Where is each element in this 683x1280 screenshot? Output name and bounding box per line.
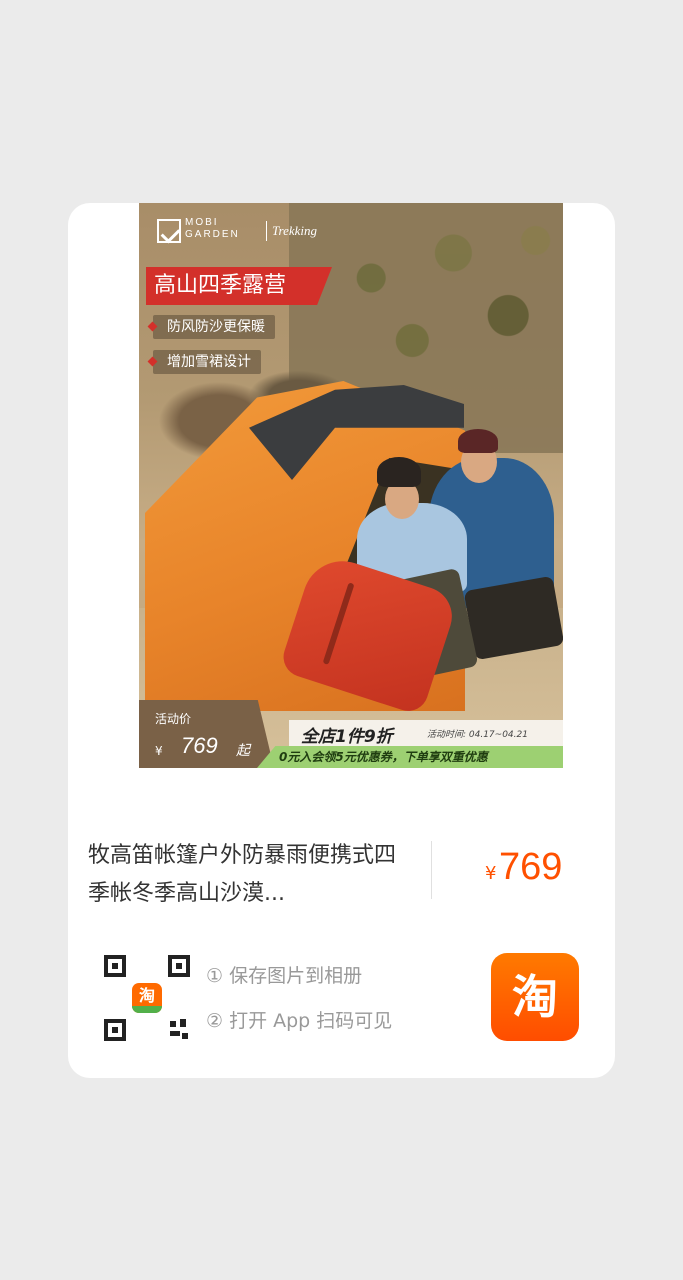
activity-price-tag: 活动价 ¥ 769 起	[139, 700, 274, 768]
share-step-scan: ② 打开 App 扫码可见	[206, 1010, 393, 1032]
qr-finder-icon	[104, 1019, 126, 1041]
promo-banner: 全店1件9折 活动时间: 04.17~04.21	[289, 720, 563, 747]
divider	[431, 841, 432, 899]
person-man-hat	[458, 429, 498, 453]
taobao-app-icon[interactable]: 淘	[491, 953, 579, 1041]
qr-logo-char: 淘	[138, 986, 155, 1005]
feature-tag: 增加雪裙设计	[153, 350, 261, 374]
person-woman-hat	[377, 457, 421, 487]
qr-module	[182, 1033, 188, 1039]
qr-finder-icon	[168, 955, 190, 977]
promo-date: 活动时间: 04.17~04.21	[427, 730, 528, 740]
feature-tag: 防风防沙更保暖	[153, 315, 275, 339]
qr-logo-band	[132, 1006, 162, 1013]
qr-module	[170, 1021, 176, 1027]
brand-sub: Trekking	[272, 223, 318, 238]
activity-currency: ¥	[155, 744, 163, 758]
product-image[interactable]: MOBI GARDEN Trekking 高山四季露营 防风防沙更保暖 增加雪裙…	[139, 203, 563, 768]
qr-code[interactable]: 淘	[104, 955, 190, 1041]
brand-name: MOBI GARDEN	[185, 217, 240, 240]
qr-module	[180, 1019, 186, 1027]
taobao-small-logo-icon: 淘	[132, 983, 162, 1013]
brand-logo-icon	[157, 219, 181, 243]
promo-discount: 全店1件9折	[301, 727, 393, 747]
image-headline: 高山四季露营	[146, 267, 332, 305]
activity-price: 769	[181, 733, 218, 758]
activity-price-suffix: 起	[236, 743, 250, 759]
price-currency: ¥	[485, 863, 497, 884]
qr-module	[170, 1031, 180, 1036]
product-title: 牧高笛帐篷户外防暴雨便携式四季帐冬季高山沙漠...	[88, 843, 397, 906]
qr-finder-icon	[104, 955, 126, 977]
promo-coupon: 0元入会领5元优惠券，下单享双重优惠	[257, 746, 563, 768]
activity-label: 活动价	[155, 712, 192, 726]
brand-separator	[266, 221, 267, 241]
share-step-save: ① 保存图片到相册	[206, 965, 363, 987]
product-price: 769	[499, 846, 563, 888]
share-poster-card: MOBI GARDEN Trekking 高山四季露营 防风防沙更保暖 增加雪裙…	[68, 203, 615, 1078]
